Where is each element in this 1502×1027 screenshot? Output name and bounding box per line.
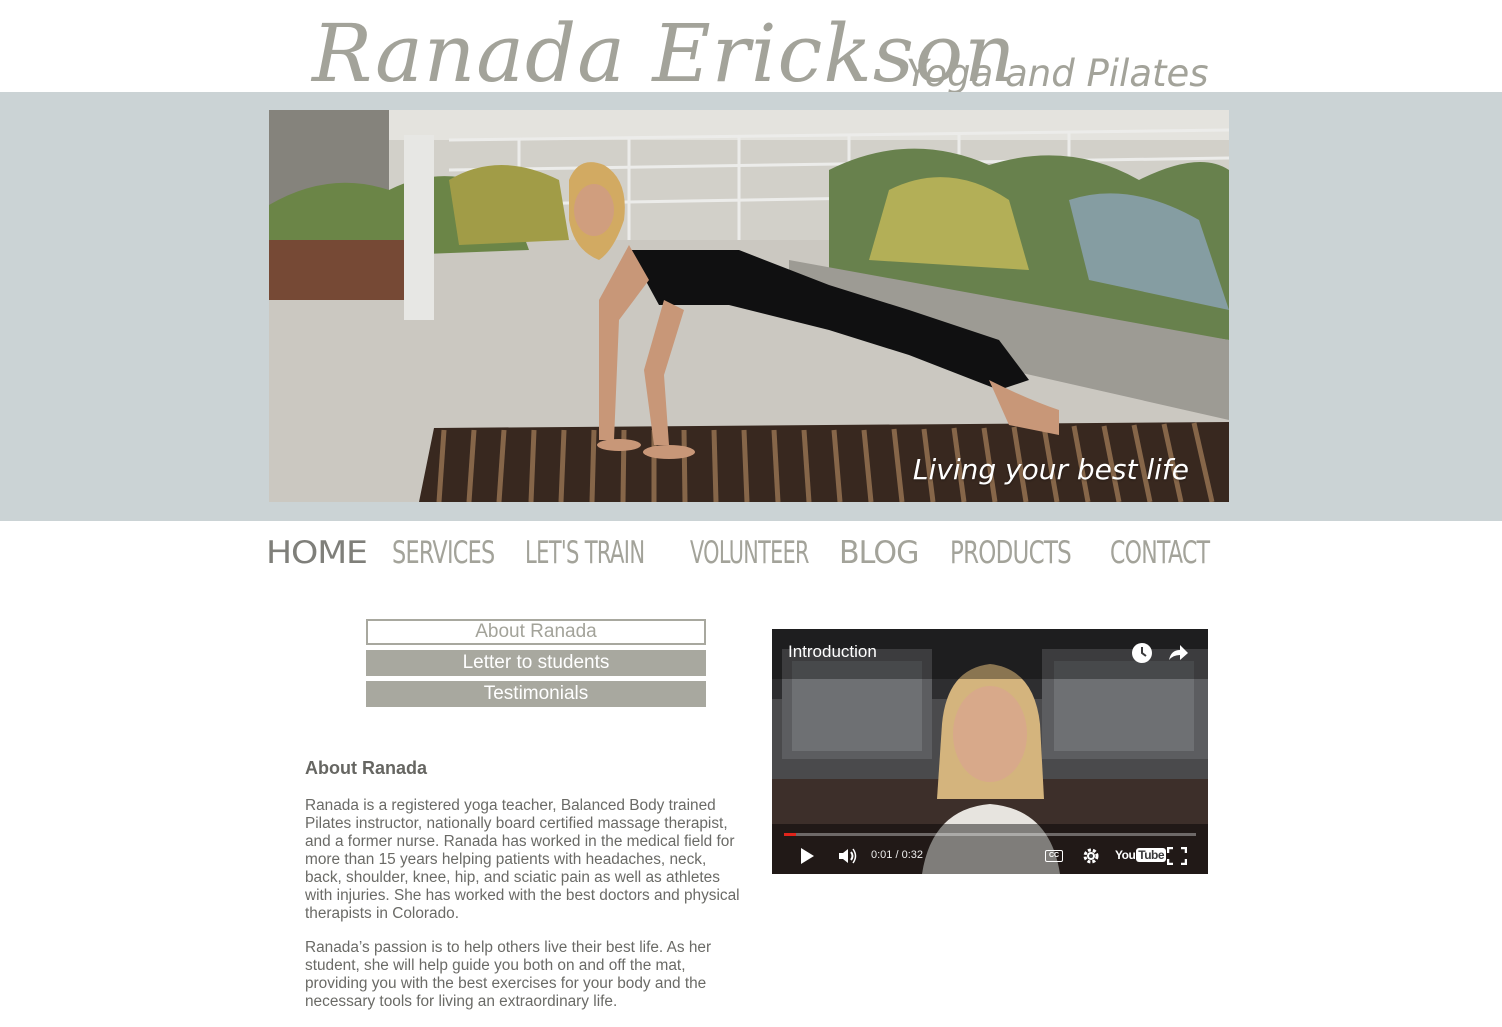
hero-caption: Living your best life xyxy=(912,453,1189,486)
main-nav: HOME SERVICES LET'S TRAIN VOLUNTEER BLOG… xyxy=(266,530,1232,580)
fullscreen-icon[interactable] xyxy=(1167,847,1187,865)
nav-item-products[interactable]: PRODUCTS xyxy=(950,530,1072,580)
subnav-testimonials[interactable]: Testimonials xyxy=(366,681,706,707)
video-player[interactable]: Introduction 0:01 / 0:32 CC You Tube xyxy=(772,629,1208,874)
nav-item-home[interactable]: HOME xyxy=(266,530,368,580)
cc-icon[interactable]: CC xyxy=(1045,850,1063,862)
youtube-logo[interactable]: You Tube xyxy=(1115,848,1167,862)
about-section: About Ranada Ranada is a registered yoga… xyxy=(305,758,745,1027)
share-icon[interactable] xyxy=(1167,642,1189,664)
time-readout: 0:01 / 0:32 xyxy=(871,849,923,861)
settings-icon[interactable] xyxy=(1082,847,1100,865)
play-icon[interactable] xyxy=(798,847,816,865)
nav-item-blog[interactable]: BLOG xyxy=(839,530,919,580)
video-title[interactable]: Introduction xyxy=(788,642,877,662)
site-tagline: Yoga and Pilates xyxy=(906,52,1209,95)
watch-later-icon[interactable] xyxy=(1131,642,1153,664)
subnav-about-ranada[interactable]: About Ranada xyxy=(366,619,706,645)
nav-item-lets-train[interactable]: LET'S TRAIN xyxy=(525,530,645,580)
youtube-logo-you: You xyxy=(1115,848,1136,862)
progress-fill xyxy=(784,833,797,836)
nav-item-services[interactable]: SERVICES xyxy=(392,530,495,580)
video-thumbnail xyxy=(772,629,1208,874)
subnav-letter-to-students[interactable]: Letter to students xyxy=(366,650,706,676)
hero-photo: Living your best life xyxy=(269,110,1229,502)
volume-icon[interactable] xyxy=(838,847,858,865)
nav-item-contact[interactable]: CONTACT xyxy=(1110,530,1210,580)
about-paragraph-2: Ranada’s passion is to help others live … xyxy=(305,939,712,1010)
subnav: About Ranada Letter to students Testimon… xyxy=(366,619,706,712)
youtube-logo-tube: Tube xyxy=(1136,848,1167,862)
hero-photo-illustration xyxy=(269,110,1229,502)
nav-item-volunteer[interactable]: VOLUNTEER xyxy=(690,530,809,580)
progress-track[interactable] xyxy=(784,833,1196,836)
about-heading: About Ranada xyxy=(305,758,428,778)
about-paragraph-1: Ranada is a registered yoga teacher, Bal… xyxy=(305,797,740,922)
